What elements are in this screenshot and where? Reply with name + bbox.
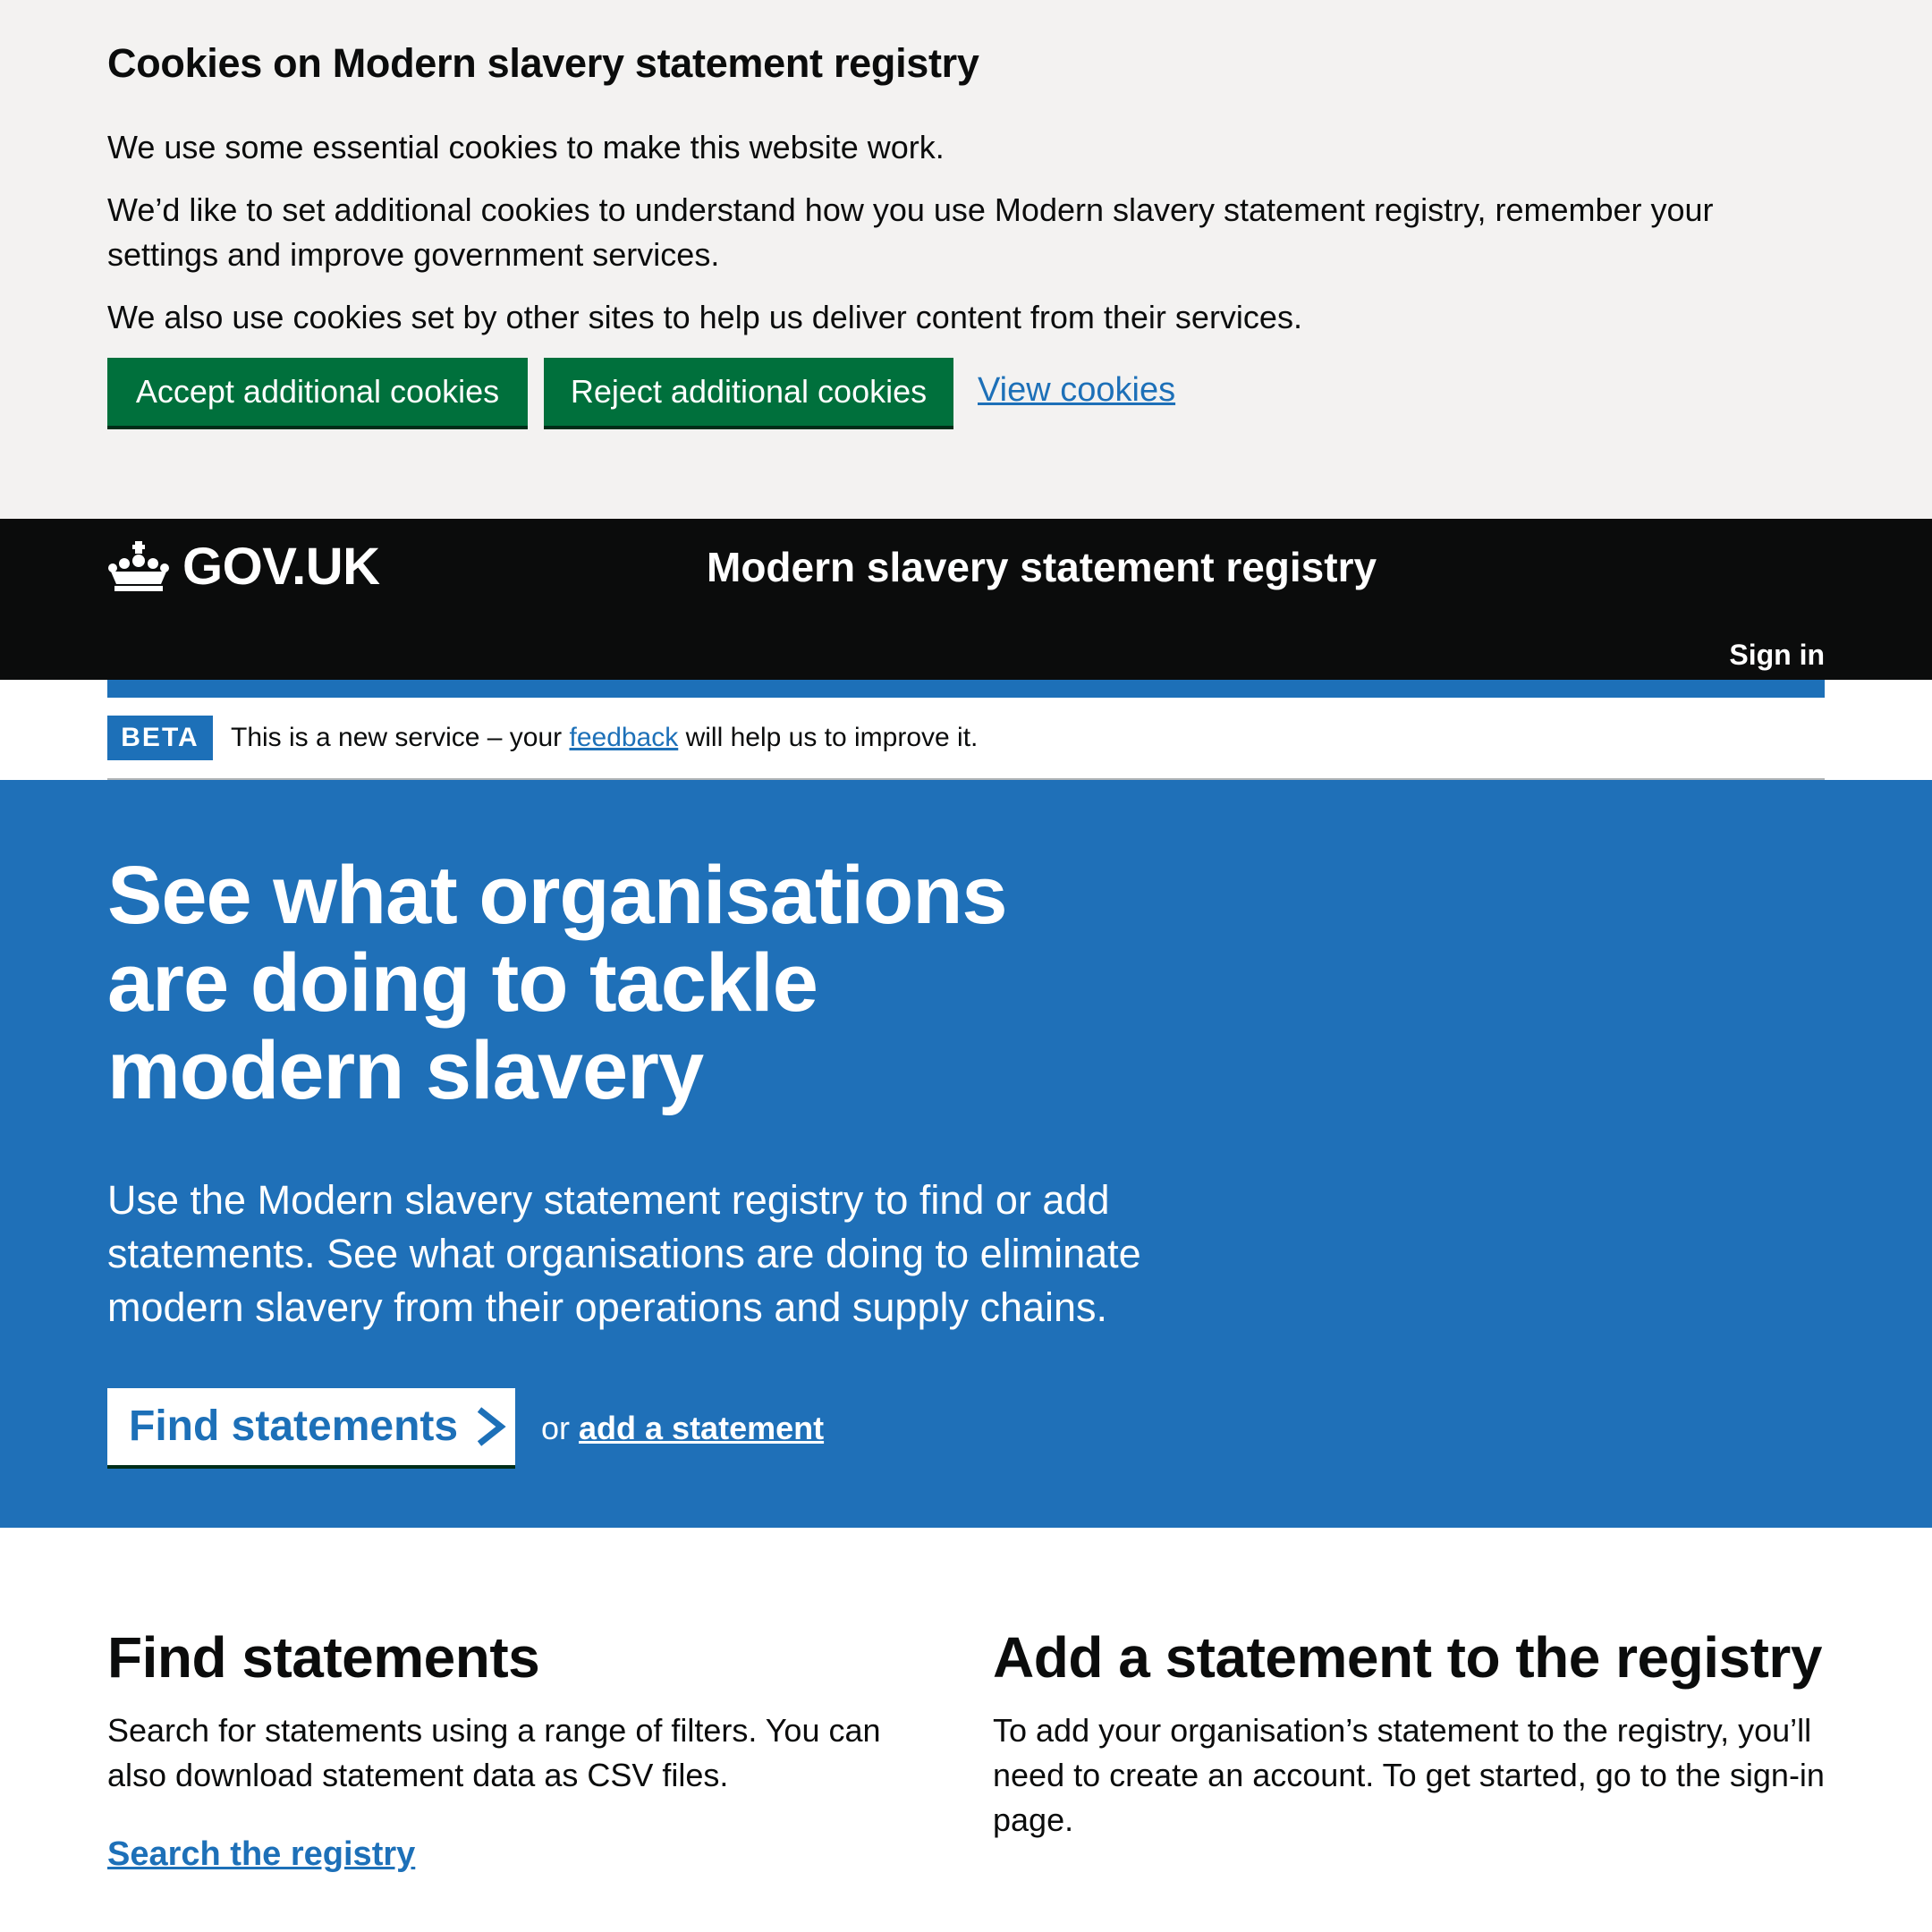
feedback-link[interactable]: feedback: [569, 723, 678, 752]
govuk-logo-link[interactable]: GOV.UK: [107, 535, 380, 597]
add-statement-link[interactable]: add a statement: [579, 1410, 824, 1446]
cookie-banner-heading: Cookies on Modern slavery statement regi…: [107, 40, 979, 86]
find-statements-section: Find statements Search for statements us…: [107, 1617, 912, 1874]
find-statements-button-label: Find statements: [129, 1402, 459, 1450]
hero-lead-text: Use the Modern slavery statement registr…: [107, 1177, 1141, 1330]
crown-icon: [108, 541, 169, 591]
site-header: GOV.UK Modern slavery statement registry…: [0, 519, 1932, 680]
chevron-right-icon: [477, 1407, 506, 1446]
find-statements-body: Search for statements using a range of f…: [107, 1712, 881, 1793]
find-statements-heading: Find statements: [107, 1625, 540, 1690]
phase-banner: BETA This is a new service – your feedba…: [107, 698, 1825, 780]
header-blue-stripe: [107, 680, 1825, 698]
or-add-statement: or add a statement: [541, 1410, 825, 1446]
cookie-banner: Cookies on Modern slavery statement regi…: [0, 0, 1932, 519]
find-statements-button[interactable]: Find statements: [107, 1388, 515, 1465]
add-statement-body: To add your organisation’s statement to …: [993, 1712, 1825, 1838]
sign-in-link[interactable]: Sign in: [1729, 635, 1825, 674]
accept-cookies-button[interactable]: Accept additional cookies: [107, 358, 528, 426]
add-statement-section: Add a statement to the registry To add y…: [993, 1617, 1825, 1843]
hero-section: See what organisations are doing to tack…: [0, 780, 1932, 1528]
service-name-link[interactable]: Modern slavery statement registry: [707, 540, 1377, 594]
hero-title: See what organisations are doing to tack…: [107, 850, 1008, 1116]
cookie-banner-additional-text: We’d like to set additional cookies to u…: [107, 191, 1714, 273]
view-cookies-link[interactable]: View cookies: [978, 365, 1175, 415]
cookie-banner-third-party-text: We also use cookies set by other sites t…: [107, 299, 1302, 335]
beta-tag: BETA: [107, 716, 213, 760]
reject-cookies-button[interactable]: Reject additional cookies: [544, 358, 953, 426]
add-statement-heading: Add a statement to the registry: [993, 1625, 1822, 1690]
phase-banner-text: This is a new service – your feedback wi…: [231, 723, 979, 752]
search-registry-link[interactable]: Search the registry: [107, 1835, 912, 1874]
govuk-logo-text: GOV.UK: [182, 537, 380, 596]
cookie-banner-essential-text: We use some essential cookies to make th…: [107, 129, 945, 165]
